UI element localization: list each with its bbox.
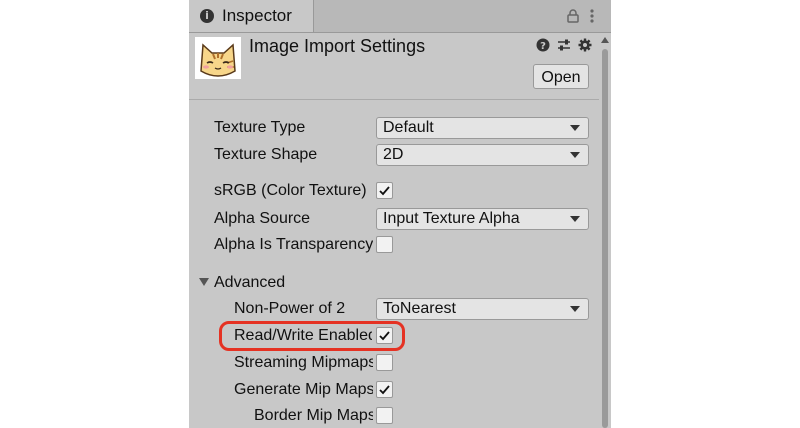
info-icon: i <box>200 9 214 23</box>
non-power-of-2-label: Non-Power of 2 <box>234 300 346 317</box>
alpha-transparency-checkbox[interactable] <box>376 236 393 253</box>
tab-bar: i Inspector <box>189 0 611 33</box>
chevron-down-icon <box>570 125 580 131</box>
border-mip-maps-checkbox[interactable] <box>376 407 393 424</box>
import-settings-header: Image Import Settings ? Open <box>189 33 599 97</box>
header-divider <box>189 99 599 100</box>
srgb-checkbox[interactable] <box>376 182 393 199</box>
advanced-foldout-label[interactable]: Advanced <box>214 274 285 292</box>
non-power-of-2-value: ToNearest <box>383 300 456 317</box>
gear-icon[interactable] <box>578 38 592 52</box>
texture-type-label: Texture Type <box>214 119 306 136</box>
header-title: Image Import Settings <box>249 36 426 56</box>
texture-type-value: Default <box>383 119 434 136</box>
alpha-source-dropdown[interactable]: Input Texture Alpha <box>376 208 589 230</box>
vertical-scrollbar[interactable] <box>599 33 611 428</box>
non-power-of-2-dropdown[interactable]: ToNearest <box>376 298 589 320</box>
chevron-down-icon <box>570 152 580 158</box>
checkmark-icon <box>379 385 390 395</box>
help-icon[interactable]: ? <box>536 38 550 52</box>
streaming-mipmaps-checkbox[interactable] <box>376 354 393 371</box>
tab-inspector[interactable]: i Inspector <box>189 0 314 32</box>
border-mip-maps-label: Border Mip Maps <box>254 407 373 424</box>
scroll-up-icon[interactable] <box>601 37 609 43</box>
foldout-arrow-icon[interactable] <box>199 278 209 286</box>
chevron-down-icon <box>570 306 580 312</box>
generate-mip-maps-label: Generate Mip Maps <box>234 381 373 398</box>
alpha-transparency-label: Alpha Is Transparency <box>214 236 373 253</box>
srgb-label: sRGB (Color Texture) <box>214 182 367 199</box>
highlight-annotation <box>219 321 405 351</box>
cat-thumbnail-icon <box>195 37 241 79</box>
kebab-menu-icon[interactable] <box>589 8 595 24</box>
chevron-down-icon <box>570 216 580 222</box>
open-button[interactable]: Open <box>533 64 589 89</box>
svg-text:?: ? <box>540 41 546 52</box>
texture-type-dropdown[interactable]: Default <box>376 117 589 139</box>
alpha-source-label: Alpha Source <box>214 210 311 227</box>
checkmark-icon <box>379 186 390 196</box>
tab-label: Inspector <box>222 6 292 25</box>
texture-shape-dropdown[interactable]: 2D <box>376 144 589 166</box>
lock-icon[interactable] <box>567 9 579 23</box>
generate-mip-maps-checkbox[interactable] <box>376 381 393 398</box>
scrollbar-thumb[interactable] <box>602 49 608 428</box>
alpha-source-value: Input Texture Alpha <box>383 210 520 227</box>
preset-icon[interactable] <box>557 38 571 52</box>
texture-shape-value: 2D <box>383 146 404 163</box>
streaming-mipmaps-label: Streaming Mipmaps <box>234 354 373 371</box>
inspector-panel: i Inspector Image Import Settings ? Open… <box>189 0 611 428</box>
texture-shape-label: Texture Shape <box>214 146 318 163</box>
